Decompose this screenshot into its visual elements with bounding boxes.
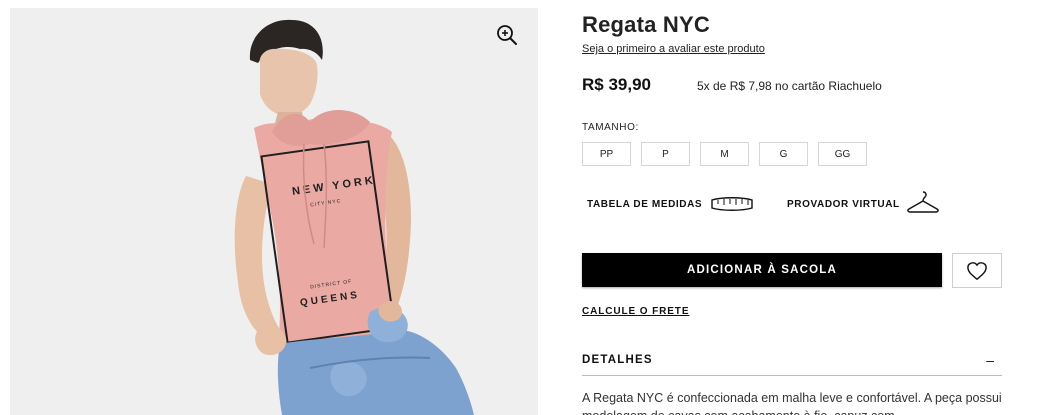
review-link[interactable]: Seja o primeiro a avaliar este produto [582, 43, 765, 55]
size-option-g[interactable]: G [759, 142, 808, 166]
details-title: DETALHES [582, 354, 653, 366]
installments-text: 5x de R$ 7,98 no cartão Riachuelo [697, 79, 882, 93]
product-photo: NEW YORK CITY NYC DISTRICT OF QUEENS [234, 19, 474, 415]
size-option-m[interactable]: M [700, 142, 749, 166]
size-chart-link[interactable]: TABELA DE MEDIDAS [587, 199, 702, 210]
zoom-in-icon[interactable] [495, 23, 519, 47]
heart-icon [967, 261, 987, 280]
wishlist-button[interactable] [952, 253, 1002, 288]
hanger-icon[interactable] [906, 190, 940, 214]
product-image-gallery[interactable]: NEW YORK CITY NYC DISTRICT OF QUEENS [10, 8, 538, 415]
product-title: Regata NYC [582, 12, 710, 37]
size-option-pp[interactable]: PP [582, 142, 631, 166]
calculate-freight-link[interactable]: CALCULE O FRETE [582, 306, 689, 317]
details-accordion-header[interactable]: DETALHES – [582, 352, 1002, 376]
size-tools-row: TABELA DE MEDIDAS PROVADOR VIRTUAL [582, 190, 1002, 216]
product-price: R$ 39,90 [582, 75, 651, 94]
add-to-bag-button[interactable]: ADICIONAR À SACOLA [582, 253, 942, 287]
size-option-p[interactable]: P [641, 142, 690, 166]
size-label: TAMANHO: [582, 122, 639, 133]
product-info-panel: Regata NYC Seja o primeiro a avaliar est… [582, 0, 1012, 415]
collapse-icon[interactable]: – [986, 352, 994, 368]
size-option-gg[interactable]: GG [818, 142, 867, 166]
details-description: A Regata NYC é confeccionada em malha le… [582, 391, 1002, 415]
measuring-tape-icon[interactable] [708, 196, 756, 212]
virtual-fitting-link[interactable]: PROVADOR VIRTUAL [787, 199, 900, 210]
